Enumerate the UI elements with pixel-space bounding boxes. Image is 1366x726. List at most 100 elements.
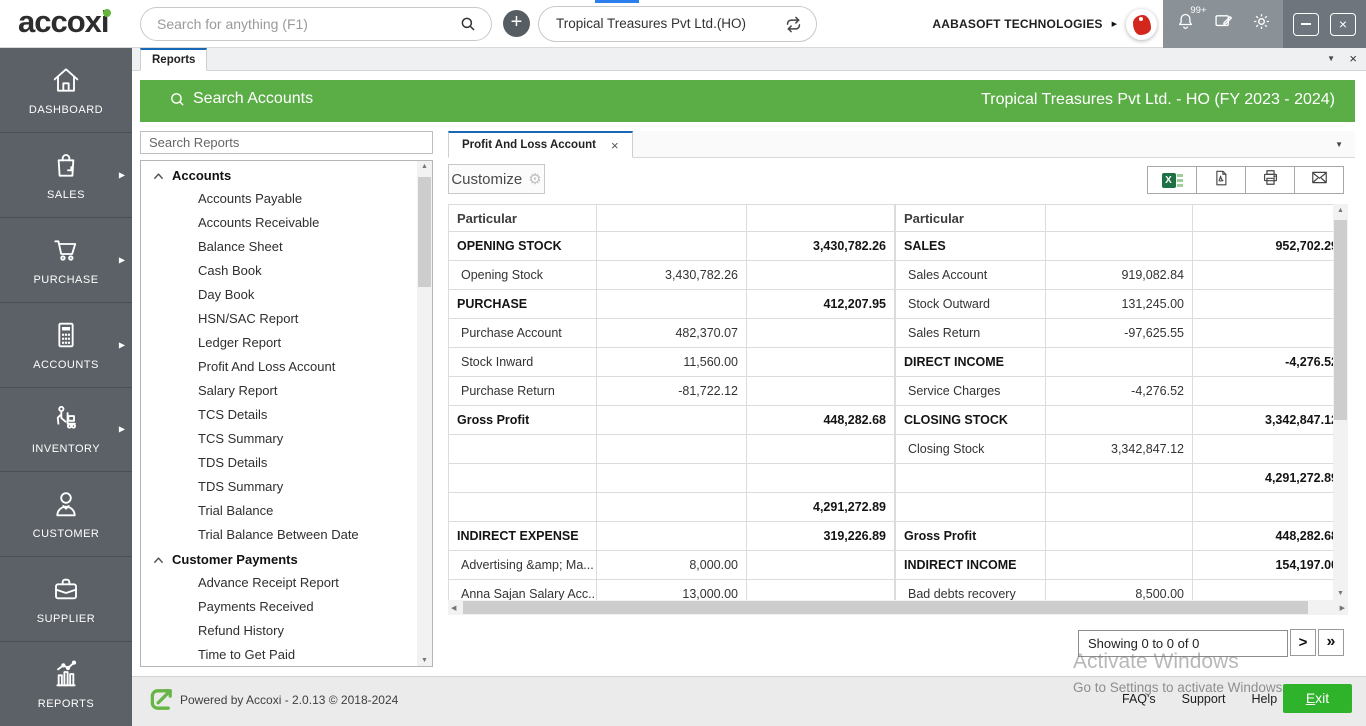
sidebar-item-supplier[interactable]: SUPPLIER (0, 557, 132, 642)
sidebar-item-reports[interactable]: REPORTS (0, 642, 132, 726)
report-item-balance-sheet[interactable]: Balance Sheet (141, 235, 417, 259)
report-item-tcs-summary[interactable]: TCS Summary (141, 427, 417, 451)
reports-chart-icon (49, 658, 83, 690)
notifications-button[interactable]: 99+ (1175, 11, 1196, 37)
report-item-tds-details[interactable]: TDS Details (141, 451, 417, 475)
report-item-tcs-details[interactable]: TCS Details (141, 403, 417, 427)
report-search-input[interactable] (141, 132, 432, 153)
report-item-hsn-sac-report[interactable]: HSN/SAC Report (141, 307, 417, 331)
report-group-accounts[interactable]: Accounts (141, 163, 417, 187)
sidebar-item-label: ACCOUNTS (33, 359, 99, 371)
sidebar-item-label: CUSTOMER (33, 528, 100, 540)
org-name[interactable]: AABASOFT TECHNOLOGIES (932, 17, 1102, 31)
global-search-input[interactable] (157, 9, 457, 39)
table-horizontal-scrollbar[interactable]: ◀ ▶ (448, 600, 1348, 615)
export-excel-button[interactable]: X (1147, 166, 1197, 194)
report-item-advance-receipt-report[interactable]: Advance Receipt Report (141, 571, 417, 595)
table-row: Bad debts recovery8,500.00 (896, 580, 1334, 601)
table-row: Purchase Account482,370.07 (449, 319, 895, 348)
chat-edit-icon (1213, 19, 1234, 36)
sidebar-item-accounts[interactable]: ACCOUNTS▶ (0, 303, 132, 388)
close-window-button[interactable]: × (1330, 13, 1356, 36)
user-avatar[interactable] (1126, 9, 1157, 40)
exit-button[interactable]: Exit (1283, 684, 1352, 713)
global-search[interactable] (140, 7, 492, 41)
report-item-trial-balance-between-date[interactable]: Trial Balance Between Date (141, 523, 417, 547)
report-item-payments-received[interactable]: Payments Received (141, 595, 417, 619)
sidebar-item-sales[interactable]: SALES▶ (0, 133, 132, 218)
footer-link-help[interactable]: Help (1251, 692, 1277, 706)
minimize-button[interactable] (1293, 13, 1319, 36)
report-item-day-book[interactable]: Day Book (141, 283, 417, 307)
gear-icon (1251, 19, 1272, 36)
sidebar-item-label: PURCHASE (33, 274, 98, 286)
export-pdf-button[interactable] (1196, 166, 1246, 194)
scroll-thumb[interactable] (418, 177, 431, 287)
tab-profit-and-loss[interactable]: Profit And Loss Account × (448, 131, 633, 158)
supplier-briefcase-icon (50, 573, 82, 605)
reports-scrollbar[interactable]: ▲ ▼ (417, 161, 432, 666)
sidebar-item-label: INVENTORY (32, 443, 100, 455)
scroll-thumb[interactable] (463, 601, 1308, 614)
scroll-up-icon[interactable]: ▲ (1333, 207, 1348, 214)
report-search[interactable] (140, 131, 433, 154)
table-row: Stock Outward131,245.00 (896, 290, 1334, 319)
report-group-customer-payments[interactable]: Customer Payments (141, 547, 417, 571)
chevron-right-icon: ▶ (119, 255, 125, 264)
switch-company-icon[interactable] (784, 15, 803, 39)
report-item-trial-balance[interactable]: Trial Balance (141, 499, 417, 523)
table-row: PURCHASE412,207.95 (449, 290, 895, 319)
home-icon (49, 64, 83, 96)
scroll-left-icon[interactable]: ◀ (451, 604, 456, 612)
sidebar-item-inventory[interactable]: INVENTORY ▶ (0, 388, 132, 473)
report-item-refund-history[interactable]: Refund History (141, 619, 417, 643)
sidebar-item-purchase[interactable]: PURCHASE ▶ (0, 218, 132, 303)
scroll-up-icon[interactable]: ▲ (417, 163, 432, 170)
report-item-time-to-get-paid[interactable]: Time to Get Paid (141, 643, 417, 667)
report-item-tds-summary[interactable]: TDS Summary (141, 475, 417, 499)
report-item-profit-and-loss-account[interactable]: Profit And Loss Account (141, 355, 417, 379)
table-row: INDIRECT EXPENSE319,226.89 (449, 522, 895, 551)
table-row: Closing Stock3,342,847.12 (896, 435, 1334, 464)
scroll-down-icon[interactable]: ▼ (417, 657, 432, 664)
add-button[interactable]: + (503, 10, 530, 37)
last-page-button[interactable]: » (1318, 629, 1344, 656)
tabstrip-close-icon[interactable]: × (1349, 51, 1357, 66)
scroll-right-icon[interactable]: ▶ (1340, 604, 1345, 612)
table-vertical-scrollbar[interactable]: ▲ ▼ (1333, 204, 1348, 600)
table-row (449, 435, 895, 464)
table-row: 4,291,272.89 (896, 464, 1334, 493)
search-icon (459, 15, 477, 38)
email-button[interactable] (1294, 166, 1344, 194)
tab-reports[interactable]: Reports (140, 48, 207, 71)
scroll-down-icon[interactable]: ▼ (1333, 590, 1348, 597)
company-selector[interactable]: Tropical Treasures Pvt Ltd.(HO) (538, 6, 817, 42)
search-accounts-button[interactable]: Search Accounts (169, 90, 313, 108)
customer-person-icon (50, 488, 82, 520)
footer-link-support[interactable]: Support (1182, 692, 1226, 706)
next-page-button[interactable]: > (1290, 629, 1316, 656)
report-item-cash-book[interactable]: Cash Book (141, 259, 417, 283)
company-selector-value: Tropical Treasures Pvt Ltd.(HO) (556, 16, 746, 31)
report-item-ledger-report[interactable]: Ledger Report (141, 331, 417, 355)
sidebar-item-label: SALES (47, 189, 85, 201)
customize-button[interactable]: Customize ⚙ (448, 164, 545, 194)
report-tabrow-dropdown-icon[interactable]: ▼ (1335, 140, 1343, 149)
sidebar-item-customer[interactable]: CUSTOMER (0, 472, 132, 557)
report-item-accounts-receivable[interactable]: Accounts Receivable (141, 211, 417, 235)
sidebar-item-dashboard[interactable]: DASHBOARD (0, 48, 132, 133)
print-button[interactable] (1245, 166, 1295, 194)
report-item-salary-report[interactable]: Salary Report (141, 379, 417, 403)
sales-bag-icon (50, 149, 82, 181)
footer-link-faq-s[interactable]: FAQ's (1122, 692, 1156, 706)
scroll-thumb[interactable] (1334, 220, 1347, 420)
tabstrip-dropdown-icon[interactable]: ▼ (1327, 54, 1335, 63)
company-fiscal-title: Tropical Treasures Pvt Ltd. - HO (FY 202… (981, 91, 1335, 109)
report-header-bar: Search Accounts Tropical Treasures Pvt L… (140, 80, 1355, 122)
close-tab-icon[interactable]: × (611, 134, 619, 157)
footer: Powered by Accoxi - 2.0.13 © 2018-2024 F… (132, 676, 1366, 726)
report-item-accounts-payable[interactable]: Accounts Payable (141, 187, 417, 211)
feedback-button[interactable] (1213, 11, 1234, 37)
chevron-right-icon: ▶ (119, 425, 125, 434)
settings-button[interactable] (1251, 11, 1272, 37)
